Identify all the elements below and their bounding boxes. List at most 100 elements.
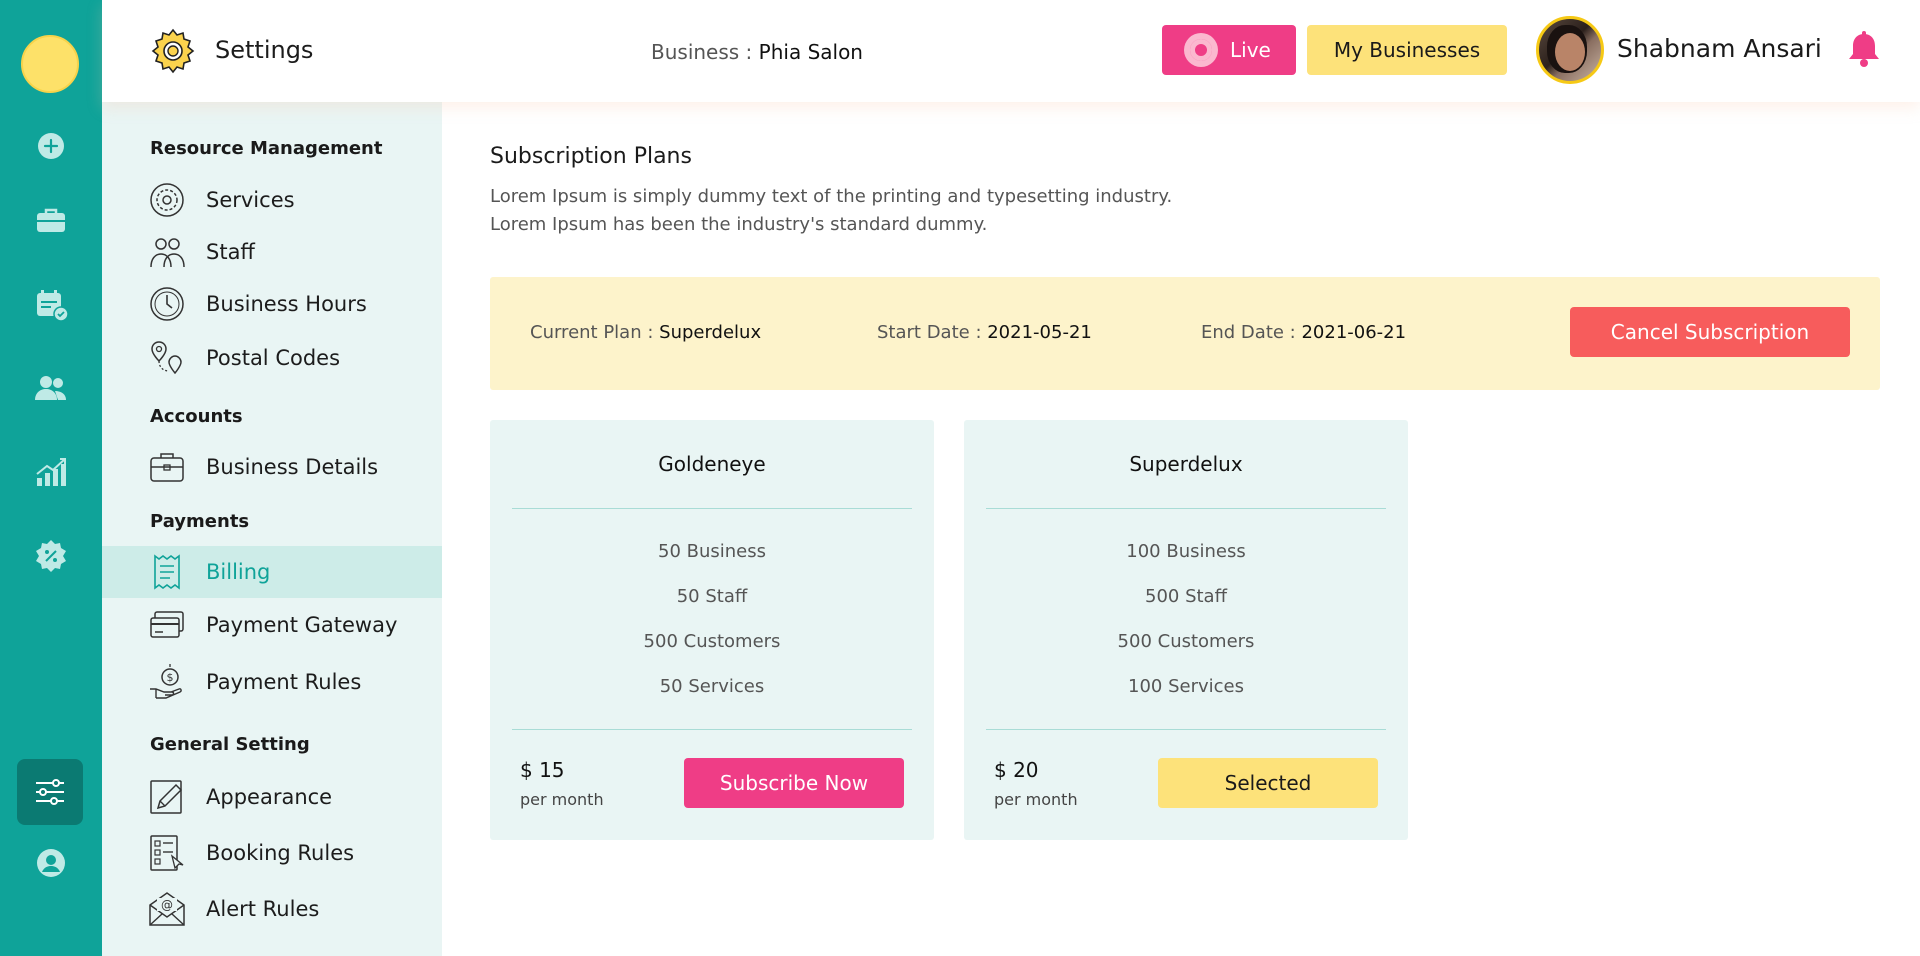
plan-feature: 50 Services <box>659 676 765 697</box>
discount-icon[interactable] <box>31 536 71 576</box>
description-line: Lorem Ipsum has been the industry's stan… <box>490 214 988 235</box>
business-indicator: Business : Phia Salon <box>651 40 863 64</box>
plan-price: $ 20 <box>994 758 1039 782</box>
app-rail <box>0 0 102 956</box>
end-date-value: 2021-06-21 <box>1301 322 1407 343</box>
subscribe-now-button[interactable]: Subscribe Now <box>684 758 904 808</box>
plan-price: $ 15 <box>520 758 565 782</box>
sidebar-item-label: Booking Rules <box>206 841 355 865</box>
sidebar-item-postal-codes[interactable]: Postal Codes <box>102 332 442 384</box>
profile-icon[interactable] <box>31 843 71 883</box>
business-label: Business : <box>651 40 759 64</box>
current-plan-bar: Current Plan : Superdelux Start Date : 2… <box>490 277 1880 390</box>
hand-dollar-icon: $ <box>150 664 182 699</box>
business-name: Phia Salon <box>758 40 863 64</box>
sidebar-item-label: Payment Rules <box>206 670 362 694</box>
analytics-icon[interactable] <box>31 452 71 492</box>
envelope-at-icon: @ <box>149 892 185 926</box>
sidebar-item-label: Staff <box>206 240 255 264</box>
plan-period: per month <box>994 790 1078 809</box>
sidebar-item-label: Payment Gateway <box>206 613 398 637</box>
top-header: Settings Business : Phia Salon Live My B… <box>102 0 1920 102</box>
divider <box>512 729 912 730</box>
briefcase-icon[interactable] <box>31 200 71 240</box>
sidebar-item-label: Billing <box>206 560 271 584</box>
location-pin-icon <box>151 341 182 375</box>
svg-text:@: @ <box>161 898 173 912</box>
settings-gear-icon <box>151 28 195 74</box>
services-icon <box>150 183 184 217</box>
section-general-setting: General Setting <box>150 734 310 755</box>
sidebar-item-business-hours[interactable]: Business Hours <box>102 278 442 330</box>
section-description: Lorem Ipsum is simply dummy text of the … <box>490 183 1172 239</box>
live-label: Live <box>1230 38 1271 62</box>
selected-button[interactable]: Selected <box>1158 758 1378 808</box>
plan-name: Superdelux <box>1129 452 1243 476</box>
briefcase-icon <box>150 453 184 482</box>
card-icon <box>150 611 184 638</box>
sidebar-item-appearance[interactable]: Appearance <box>102 771 442 823</box>
start-date-label: Start Date : <box>877 322 988 343</box>
sidebar-item-services[interactable]: Services <box>102 174 442 226</box>
plan-feature: 100 Business <box>1126 541 1246 562</box>
calendar-check-icon[interactable] <box>31 284 71 324</box>
live-button[interactable]: Live <box>1162 25 1296 75</box>
divider <box>512 508 912 509</box>
section-resource-management: Resource Management <box>150 138 383 159</box>
start-date: Start Date : 2021-05-21 <box>877 322 1092 343</box>
sidebar-item-label: Business Hours <box>206 292 367 316</box>
plan-feature: 50 Business <box>658 541 766 562</box>
sidebar-item-label: Appearance <box>206 785 333 809</box>
pencil-icon <box>150 780 183 814</box>
plan-name: Goldeneye <box>658 452 766 476</box>
live-dot-icon <box>1184 33 1218 67</box>
plan-card-superdelux: Superdelux 100 Business 500 Staff 500 Cu… <box>964 420 1408 840</box>
plan-feature: 500 Customers <box>643 631 781 652</box>
sidebar-item-billing[interactable]: Billing <box>102 546 442 598</box>
checklist-icon <box>150 835 184 871</box>
plan-feature: 50 Staff <box>676 586 748 607</box>
sidebar-item-payment-gateway[interactable]: Payment Gateway <box>102 599 442 651</box>
sidebar-item-payment-rules[interactable]: $ Payment Rules <box>102 656 442 708</box>
cancel-subscription-button[interactable]: Cancel Subscription <box>1570 307 1850 357</box>
current-plan: Current Plan : Superdelux <box>530 322 761 343</box>
my-businesses-button[interactable]: My Businesses <box>1307 25 1507 75</box>
section-accounts: Accounts <box>150 406 243 427</box>
sidebar-item-label: Business Details <box>206 455 379 479</box>
plan-feature: 500 Staff <box>1145 586 1227 607</box>
section-title: Subscription Plans <box>490 144 692 169</box>
receipt-icon <box>154 554 180 590</box>
end-date: End Date : 2021-06-21 <box>1201 322 1406 343</box>
add-icon[interactable] <box>31 126 71 166</box>
settings-sidebar: Resource Management Services Staff Busin… <box>102 102 442 956</box>
sidebar-item-business-details[interactable]: Business Details <box>102 441 442 493</box>
current-plan-value: Superdelux <box>659 322 762 343</box>
divider <box>986 729 1386 730</box>
current-plan-label: Current Plan : <box>530 322 660 343</box>
notification-bell-icon[interactable] <box>1844 30 1884 70</box>
app-logo[interactable] <box>21 35 79 93</box>
divider <box>986 508 1386 509</box>
end-date-label: End Date : <box>1201 322 1302 343</box>
avatar[interactable] <box>1536 16 1604 84</box>
sidebar-item-booking-rules[interactable]: Booking Rules <box>102 827 442 879</box>
plan-feature: 500 Customers <box>1117 631 1255 652</box>
settings-sliders-icon[interactable] <box>17 759 83 825</box>
staff-icon <box>150 238 185 268</box>
page-title: Settings <box>215 36 314 64</box>
section-payments: Payments <box>150 511 250 532</box>
users-icon[interactable] <box>31 368 71 408</box>
svg-text:$: $ <box>167 671 174 684</box>
sidebar-item-staff[interactable]: Staff <box>102 226 442 278</box>
description-line: Lorem Ipsum is simply dummy text of the … <box>490 186 1173 207</box>
sidebar-item-label: Postal Codes <box>206 346 341 370</box>
clock-icon <box>150 287 184 321</box>
start-date-value: 2021-05-21 <box>987 322 1092 343</box>
plan-card-goldeneye: Goldeneye 50 Business 50 Staff 500 Custo… <box>490 420 934 840</box>
sidebar-item-label: Alert Rules <box>206 897 320 921</box>
user-name: Shabnam Ansari <box>1617 34 1822 63</box>
plan-period: per month <box>520 790 604 809</box>
plan-feature: 100 Services <box>1128 676 1244 697</box>
sidebar-item-label: Services <box>206 188 295 212</box>
sidebar-item-alert-rules[interactable]: @ Alert Rules <box>102 883 442 935</box>
